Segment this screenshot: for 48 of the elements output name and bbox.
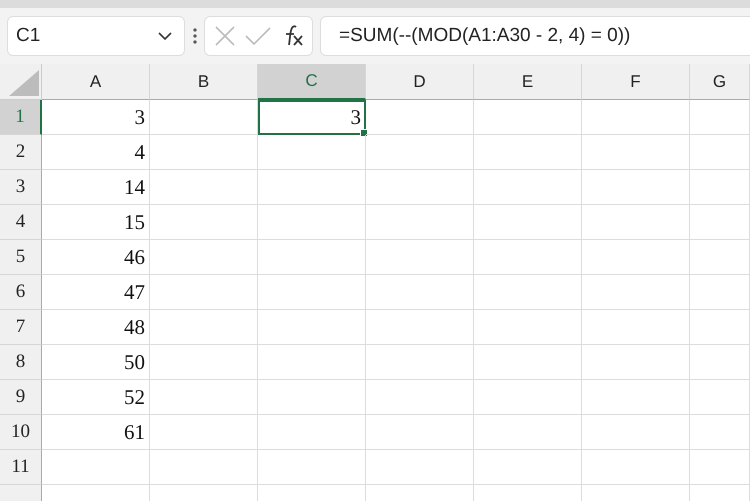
more-options-icon[interactable] bbox=[193, 28, 197, 44]
row-header[interactable]: 5 bbox=[0, 240, 42, 275]
table-cell: 3 bbox=[42, 100, 150, 135]
row-header[interactable]: 4 bbox=[0, 205, 42, 240]
column-header[interactable]: G bbox=[690, 64, 750, 100]
row-header[interactable]: 6 bbox=[0, 275, 42, 310]
row-header[interactable]: 10 bbox=[0, 415, 42, 450]
select-all-button[interactable] bbox=[0, 64, 42, 100]
table-cell: 15 bbox=[42, 205, 150, 240]
formula-field[interactable]: =SUM(--(MOD(A1:A30 - 2, 4) = 0)) bbox=[320, 16, 750, 56]
column-header[interactable]: B bbox=[150, 64, 258, 100]
table-cell: 14 bbox=[42, 170, 150, 205]
empty-cell bbox=[690, 310, 750, 345]
row-header[interactable]: 2 bbox=[0, 135, 42, 170]
table-cell: 4 bbox=[42, 135, 150, 170]
active-cell: 3 bbox=[258, 100, 366, 135]
row-header[interactable]: 7 bbox=[0, 310, 42, 345]
table-cell: 50 bbox=[42, 345, 150, 380]
checkmark-icon[interactable] bbox=[244, 26, 270, 46]
column-header[interactable]: A bbox=[42, 64, 150, 100]
row-header[interactable]: 8 bbox=[0, 345, 42, 380]
column-header[interactable]: E bbox=[474, 64, 582, 100]
row-header[interactable]: 3 bbox=[0, 170, 42, 205]
row-header[interactable]: 1 bbox=[0, 100, 42, 135]
triangle-icon bbox=[9, 70, 39, 96]
empty-cell bbox=[690, 135, 750, 170]
name-box[interactable]: C1 bbox=[7, 16, 185, 56]
row-header[interactable]: 9 bbox=[0, 380, 42, 415]
column-header[interactable]: C bbox=[258, 64, 366, 100]
empty-cell bbox=[690, 415, 750, 450]
empty-cell bbox=[690, 240, 750, 275]
empty-cell bbox=[690, 450, 750, 485]
empty-cell bbox=[690, 275, 750, 310]
empty-cell bbox=[690, 205, 750, 240]
caret-icon bbox=[158, 31, 172, 41]
table-cell: 61 bbox=[42, 415, 150, 450]
table-cell: 46 bbox=[42, 240, 150, 275]
cancel-icon[interactable] bbox=[214, 25, 236, 47]
empty-cell bbox=[690, 380, 750, 415]
column-header[interactable]: D bbox=[366, 64, 474, 100]
table-cell: 48 bbox=[42, 310, 150, 345]
row-header[interactable]: 11 bbox=[0, 450, 42, 485]
empty-cell bbox=[690, 170, 750, 205]
empty-cell bbox=[690, 345, 750, 380]
table-cell: 52 bbox=[42, 380, 150, 415]
table-cell: 47 bbox=[42, 275, 150, 310]
column-header[interactable]: F bbox=[582, 64, 690, 100]
empty-cell bbox=[690, 100, 750, 135]
